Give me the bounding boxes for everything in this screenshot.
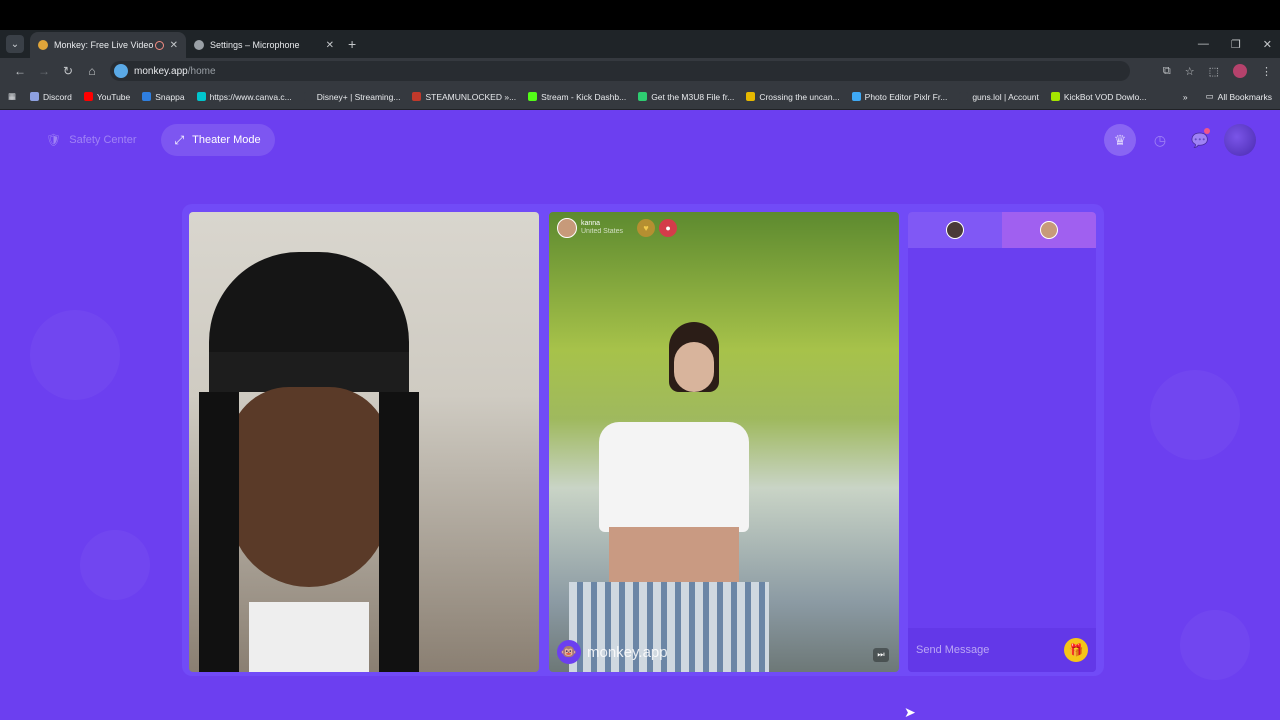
shield-icon: 🛡 <box>46 133 62 147</box>
forward-icon[interactable]: → <box>32 64 56 78</box>
canva-icon <box>196 92 206 101</box>
monkey-logo-icon: 🐵 <box>557 640 581 664</box>
url-host: monkey.app <box>134 65 188 77</box>
bookmark-star-icon[interactable]: ☆ <box>1185 65 1195 78</box>
pixlr-icon <box>851 92 861 101</box>
remote-user-country: United States <box>581 228 624 235</box>
all-bookmarks-folder[interactable]: ▭ All Bookmarks <box>1206 91 1272 102</box>
bookmark-disney[interactable]: Disney+ | Streaming... <box>303 92 400 102</box>
back-icon[interactable]: ← <box>8 64 32 78</box>
skip-icon[interactable]: ⏭ <box>873 648 889 662</box>
monkey-favicon-icon <box>38 40 48 50</box>
bookmark-m3u8[interactable]: Get the M3U8 File fr... <box>638 92 734 102</box>
heart-icon[interactable]: ♥ <box>637 219 656 237</box>
close-window-icon[interactable]: ✕ <box>1263 38 1272 51</box>
chat-input-row: Send Message 🎁 <box>908 628 1096 672</box>
expand-icon: ⤢ <box>174 132 185 147</box>
menu-kebab-icon[interactable]: ⋮ <box>1261 65 1272 78</box>
theater-mode-button[interactable]: ⤢ Theater Mode <box>160 124 275 156</box>
close-tab-icon[interactable]: ✕ <box>326 40 334 51</box>
url-path: /home <box>187 65 216 77</box>
crossing-icon <box>746 92 756 101</box>
history-icon[interactable]: ◷ <box>1144 124 1176 156</box>
cast-icon[interactable]: ⧉ <box>1163 65 1171 78</box>
crown-icon[interactable]: ♛ <box>1104 124 1136 156</box>
local-video <box>189 212 539 672</box>
report-icon[interactable]: ● <box>659 219 678 237</box>
m3u8-icon <box>638 92 648 101</box>
steamunlocked-icon <box>412 92 422 101</box>
mouse-cursor-icon: ➤ <box>904 704 916 720</box>
bookmark-gunslol[interactable]: guns.lol | Account <box>959 92 1039 102</box>
kick-icon <box>528 92 538 101</box>
kickbot-icon <box>1050 92 1060 101</box>
gift-icon[interactable]: 🎁 <box>1064 638 1088 662</box>
tab-title: Settings – Microphone <box>210 40 300 50</box>
bookmark-canva[interactable]: https://www.canva.c... <box>196 92 292 102</box>
chat-tab-remote[interactable] <box>1002 212 1096 248</box>
disney-icon <box>303 92 313 101</box>
snappa-icon <box>142 92 152 101</box>
bookmarks-bar: ▦ Discord YouTube Snappa https://www.can… <box>0 84 1280 110</box>
close-tab-icon[interactable]: ✕ <box>170 40 178 51</box>
extensions-icon[interactable]: ⬚ <box>1209 65 1219 78</box>
minimize-icon[interactable]: — <box>1198 38 1209 50</box>
remote-user-avatar[interactable] <box>557 218 577 238</box>
remote-user-name: kanna <box>581 220 601 228</box>
reload-icon[interactable]: ↻ <box>56 64 80 78</box>
remote-video: kanna United States ♥ ● 🐵 monkey.app ⏭ <box>549 212 899 672</box>
site-info-icon[interactable] <box>114 64 128 78</box>
tab-title: Monkey: Free Live Video Ch <box>54 40 155 50</box>
more-bookmarks-icon[interactable]: » <box>1183 92 1188 102</box>
profile-avatar[interactable] <box>1233 64 1247 78</box>
gear-icon <box>194 40 204 50</box>
tab-settings-microphone[interactable]: Settings – Microphone ✕ <box>186 32 342 58</box>
user-avatar[interactable] <box>1224 124 1256 156</box>
address-input[interactable]: monkey.app/home <box>110 61 1130 81</box>
face-shape <box>229 387 389 587</box>
restore-icon[interactable]: ❐ <box>1231 38 1241 51</box>
bookmark-discord[interactable]: Discord <box>30 92 72 102</box>
notification-dot <box>1204 128 1210 134</box>
monkey-watermark: 🐵 monkey.app <box>557 640 668 664</box>
face-shape <box>674 342 714 392</box>
screen-top-bar <box>0 0 1280 30</box>
bookmark-pixlr[interactable]: Photo Editor Pixlr Fr... <box>851 92 947 102</box>
bookmark-kickbot[interactable]: KickBot VOD Dowlo... <box>1050 92 1146 102</box>
bookmark-snappa[interactable]: Snappa <box>142 92 185 102</box>
browser-tab-bar: ⌄ Monkey: Free Live Video Ch ✕ Settings … <box>0 30 1280 58</box>
tab-search-dropdown-icon[interactable]: ⌄ <box>6 35 24 53</box>
new-tab-button[interactable]: + <box>348 36 356 52</box>
folder-icon: ▭ <box>1205 91 1214 101</box>
bookmark-youtube[interactable]: YouTube <box>83 92 130 102</box>
chat-bubble-icon[interactable]: 💬 <box>1184 124 1216 156</box>
safety-center-button[interactable]: 🛡 Safety Center <box>32 124 151 156</box>
bookmark-crossing[interactable]: Crossing the uncan... <box>746 92 840 102</box>
window-controls: — ❐ ✕ <box>1198 30 1272 58</box>
monkey-page: 🛡 Safety Center ⤢ Theater Mode ♛ ◷ 💬 kan… <box>0 110 1280 720</box>
gunslol-icon <box>959 92 969 101</box>
remote-avatar <box>1040 221 1058 239</box>
youtube-icon <box>83 92 93 101</box>
address-bar-row: ← → ↻ ⌂ monkey.app/home ⧉ ☆ ⬚ ⋮ <box>0 58 1280 84</box>
chat-panel: Send Message 🎁 <box>908 212 1096 672</box>
video-chat-stage: kanna United States ♥ ● 🐵 monkey.app ⏭ Se… <box>182 204 1104 720</box>
apps-grid-icon[interactable]: ▦ <box>8 91 16 102</box>
bookmark-kick[interactable]: Stream - Kick Dashb... <box>528 92 626 102</box>
bookmark-steamunlocked[interactable]: STEAMUNLOCKED »... <box>412 92 516 102</box>
shirt-shape <box>599 422 749 532</box>
chat-tab-self[interactable] <box>908 212 1002 248</box>
remote-user-badge: kanna United States ♥ ● <box>557 218 678 238</box>
send-message-input[interactable]: Send Message <box>916 644 1064 656</box>
home-icon[interactable]: ⌂ <box>80 64 104 78</box>
self-avatar <box>946 221 964 239</box>
tab-monkey[interactable]: Monkey: Free Live Video Ch ✕ <box>30 32 186 58</box>
recording-icon <box>154 40 164 50</box>
discord-icon <box>30 92 40 101</box>
